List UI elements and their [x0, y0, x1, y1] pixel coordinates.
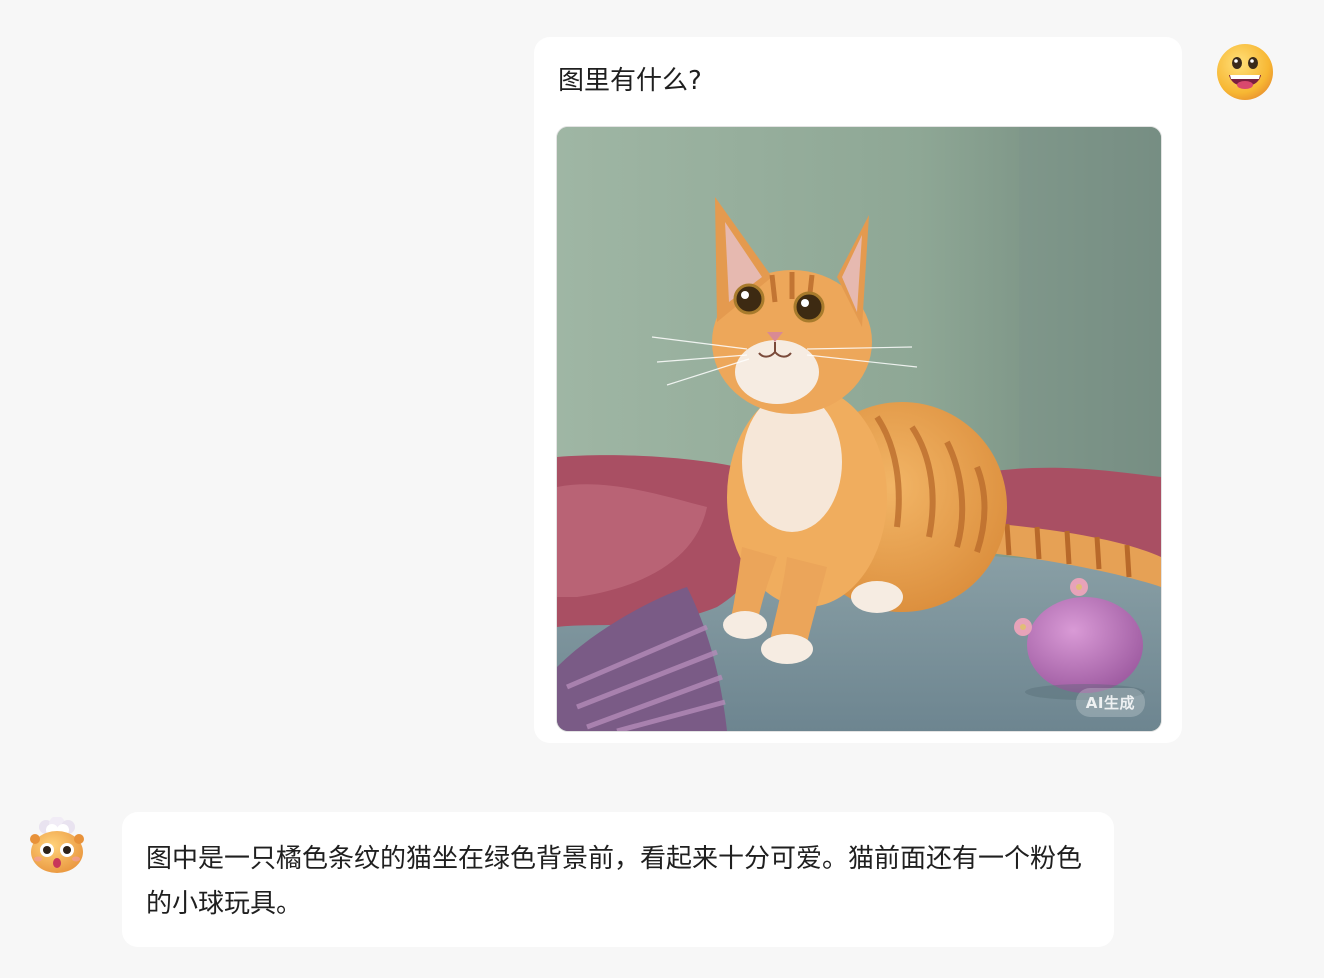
mind-blown-bear-emoji-icon[interactable]: [28, 816, 86, 875]
grinning-face-emoji-icon[interactable]: [1216, 43, 1274, 101]
ai-generated-badge: AI生成: [1075, 688, 1145, 717]
chat-page: 图里有什么? AI生成 图中是一只橘色条纹的猫坐在绿色背景前，看起来十分可爱。猫…: [0, 0, 1324, 978]
cat-photo-illustration: [557, 127, 1161, 731]
attached-cat-image[interactable]: AI生成: [556, 126, 1162, 732]
user-message-text: 图里有什么?: [558, 66, 702, 96]
bot-message-bubble: 图中是一只橘色条纹的猫坐在绿色背景前，看起来十分可爱。猫前面还有一个粉色的小球玩…: [122, 812, 1114, 947]
user-message-bubble: 图里有什么? AI生成: [534, 37, 1182, 743]
bot-message-text: 图中是一只橘色条纹的猫坐在绿色背景前，看起来十分可爱。猫前面还有一个粉色的小球玩…: [146, 844, 1083, 919]
